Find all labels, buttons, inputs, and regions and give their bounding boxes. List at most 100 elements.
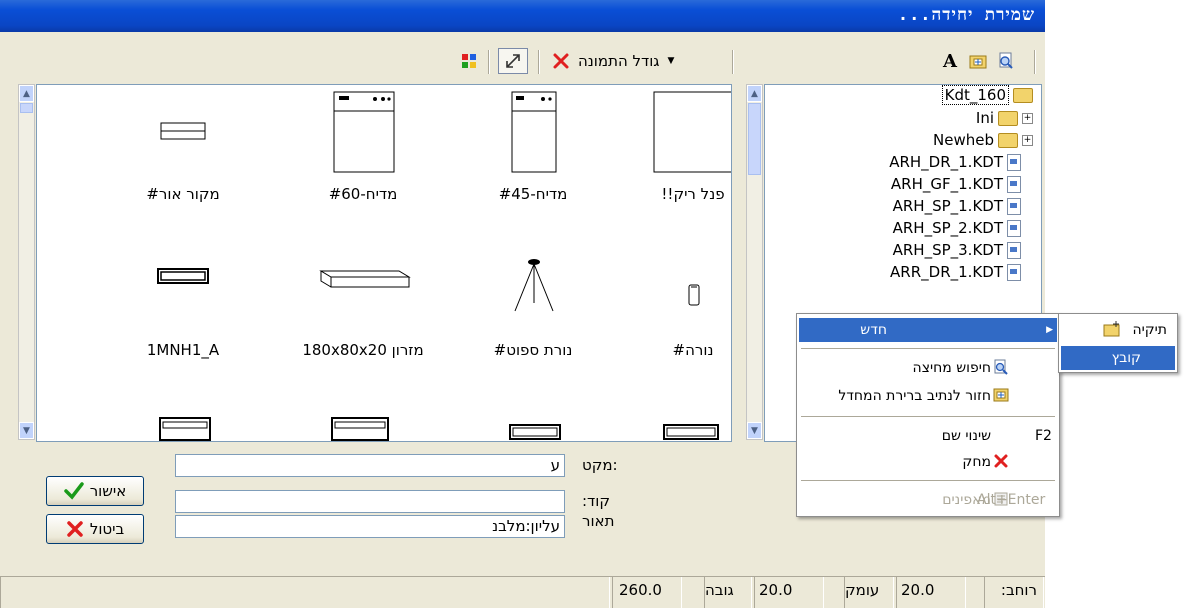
tree-item[interactable]: ARH_SP_3.KDT — [893, 239, 1021, 261]
scroll-down-icon[interactable]: ▼ — [19, 422, 34, 439]
tree-item[interactable]: ARH_DR_1.KDT — [889, 151, 1021, 173]
tree-item-label: ARH_SP_1.KDT — [892, 197, 1003, 215]
kdt-file-icon — [1007, 263, 1021, 281]
image-size-label: גודל התמונה — [578, 52, 660, 70]
tree-scrollbar[interactable]: ▲ ▼ — [746, 84, 763, 440]
menu-item-rename-shortcut: F2 — [1035, 428, 1052, 444]
cancel-button[interactable]: ביטול — [46, 514, 144, 544]
scroll-down-icon[interactable]: ▼ — [747, 422, 762, 439]
scroll-thumb[interactable] — [20, 103, 33, 113]
context-menu: חדש ▶ חיפוש מחיצה חזור לנתיב ברירת המחדל… — [796, 313, 1060, 517]
gallery-item-label: #נורת ספוט — [493, 341, 573, 359]
new-submenu: תיקיה קובץ — [1058, 313, 1178, 373]
folder-icon — [1013, 87, 1033, 103]
tree-item-label: Kdt_160 — [941, 85, 1009, 105]
gallery-item-label: #מדיח-45 — [498, 185, 568, 203]
gallery-scrollbar[interactable]: ▲ ▼ — [18, 84, 35, 440]
expand-plus-icon[interactable]: + — [1022, 112, 1033, 124]
folder-icon — [998, 110, 1018, 126]
status-bar: 260.0 גובה 20.0 עומק 20.0 רוחב: — [0, 576, 1045, 608]
image-size-dropdown[interactable]: גודל התמונה ▼ — [578, 48, 724, 74]
find-partition-icon — [994, 359, 1008, 375]
depth-label: עומק — [844, 577, 894, 608]
menu-item-rename[interactable]: שינוי שם F2 — [799, 424, 1057, 448]
kdt-file-icon — [1007, 219, 1021, 237]
gallery-item-label: 1MNH1_A — [146, 341, 220, 359]
gallery-item-label: #נורה — [672, 341, 714, 359]
tree-item[interactable]: Newheb + — [933, 129, 1033, 151]
submenu-item-folder[interactable]: תיקיה — [1061, 318, 1175, 342]
tree-item-label: Newheb — [933, 131, 994, 149]
makat-label: :מקט — [582, 456, 618, 474]
gallery-item-label: #מקור אור — [146, 185, 220, 203]
tree-item[interactable]: Kdt_160 — [941, 85, 1033, 106]
makat-input[interactable]: ע — [175, 454, 565, 477]
menu-item-back-default[interactable]: חזור לנתיב ברירת המחדל — [799, 384, 1057, 408]
resize-icon[interactable] — [498, 48, 528, 74]
code-input[interactable] — [175, 490, 565, 513]
find-partition-icon[interactable] — [994, 48, 1018, 74]
chevron-down-icon: ▼ — [667, 56, 675, 66]
thumbnail-gallery[interactable]: #מקור אור #מדיח-60 #מדיח-45 !!פנל ריק 1M… — [36, 84, 732, 442]
scroll-up-icon[interactable]: ▲ — [747, 85, 762, 102]
width-label: רוחב: — [984, 577, 1044, 608]
tree-item[interactable]: Ini + — [976, 107, 1033, 129]
delete-x-icon[interactable] — [548, 48, 574, 74]
ok-button-label: אישור — [89, 482, 127, 500]
ok-button[interactable]: אישור — [46, 476, 144, 506]
color-palette-icon[interactable] — [458, 48, 480, 74]
gallery-item-label: 180x80x20 מזרון — [302, 341, 424, 359]
status-empty — [0, 577, 610, 608]
submenu-item-file-label: קובץ — [1111, 350, 1141, 366]
expand-plus-icon[interactable]: + — [1022, 134, 1033, 146]
description-input[interactable]: עליון:מלבנ — [175, 515, 565, 538]
default-folder-icon[interactable] — [966, 48, 990, 74]
description-label: תאור — [582, 512, 615, 530]
gallery-item-label: !!פנל ריק — [661, 185, 725, 203]
scroll-thumb[interactable] — [748, 103, 761, 175]
folder-icon — [998, 132, 1018, 148]
font-icon[interactable]: A — [938, 48, 962, 74]
menu-item-delete[interactable]: מחק — [799, 450, 1057, 474]
submenu-item-folder-label: תיקיה — [1132, 322, 1167, 338]
menu-item-new[interactable]: חדש ▶ — [799, 318, 1057, 342]
menu-item-find-partition-label: חיפוש מחיצה — [912, 360, 991, 376]
menu-item-back-default-label: חזור לנתיב ברירת המחדל — [838, 388, 991, 404]
close-icon — [67, 521, 83, 537]
cancel-button-label: ביטול — [89, 520, 125, 538]
width-value: 20.0 — [896, 577, 966, 608]
gallery-item-label: #מדיח-60 — [328, 185, 398, 203]
tree-item[interactable]: ARH_SP_1.KDT — [893, 195, 1021, 217]
check-icon — [63, 482, 84, 500]
depth-value: 20.0 — [754, 577, 824, 608]
menu-item-delete-label: מחק — [962, 454, 991, 470]
tree-item-label: ARH_GF_1.KDT — [890, 175, 1003, 193]
menu-item-properties[interactable]: מאפינים Alt+Enter — [799, 488, 1057, 512]
menu-item-new-label: חדש — [860, 322, 887, 338]
kdt-file-icon — [1007, 241, 1021, 259]
default-folder-icon — [993, 388, 1009, 402]
code-label: קוד: — [582, 492, 610, 510]
toolbar: גודל התמונה ▼ A — [0, 44, 1045, 78]
tree-item[interactable]: ARH_SP_2.KDT — [893, 217, 1021, 239]
menu-item-properties-shortcut: Alt+Enter — [977, 492, 1046, 508]
scroll-up-icon[interactable]: ▲ — [19, 85, 34, 102]
tree-item-label: Ini — [975, 109, 994, 127]
tree-item-label: ARH_DR_1.KDT — [889, 153, 1003, 171]
menu-item-find-partition[interactable]: חיפוש מחיצה — [799, 356, 1057, 380]
kdt-file-icon — [1007, 175, 1021, 193]
submenu-arrow-icon: ▶ — [1046, 325, 1053, 335]
tree-item-label: ARR_DR_1.KDT — [890, 263, 1003, 281]
tree-item-label: ARH_SP_3.KDT — [892, 241, 1003, 259]
height-label: גובה — [704, 577, 752, 608]
height-value: 260.0 — [612, 577, 682, 608]
title-bar[interactable]: שמירת יחידה... — [0, 0, 1045, 32]
tree-item[interactable]: ARH_GF_1.KDT — [891, 173, 1021, 195]
tree-item[interactable]: ARR_DR_1.KDT — [890, 261, 1021, 283]
new-folder-icon — [1103, 321, 1120, 337]
tree-item-label: ARH_SP_2.KDT — [892, 219, 1003, 237]
window-title: שמירת יחידה... — [897, 5, 1035, 25]
submenu-item-file[interactable]: קובץ — [1061, 346, 1175, 370]
delete-x-icon — [994, 454, 1008, 468]
menu-item-rename-label: שינוי שם — [941, 428, 991, 444]
